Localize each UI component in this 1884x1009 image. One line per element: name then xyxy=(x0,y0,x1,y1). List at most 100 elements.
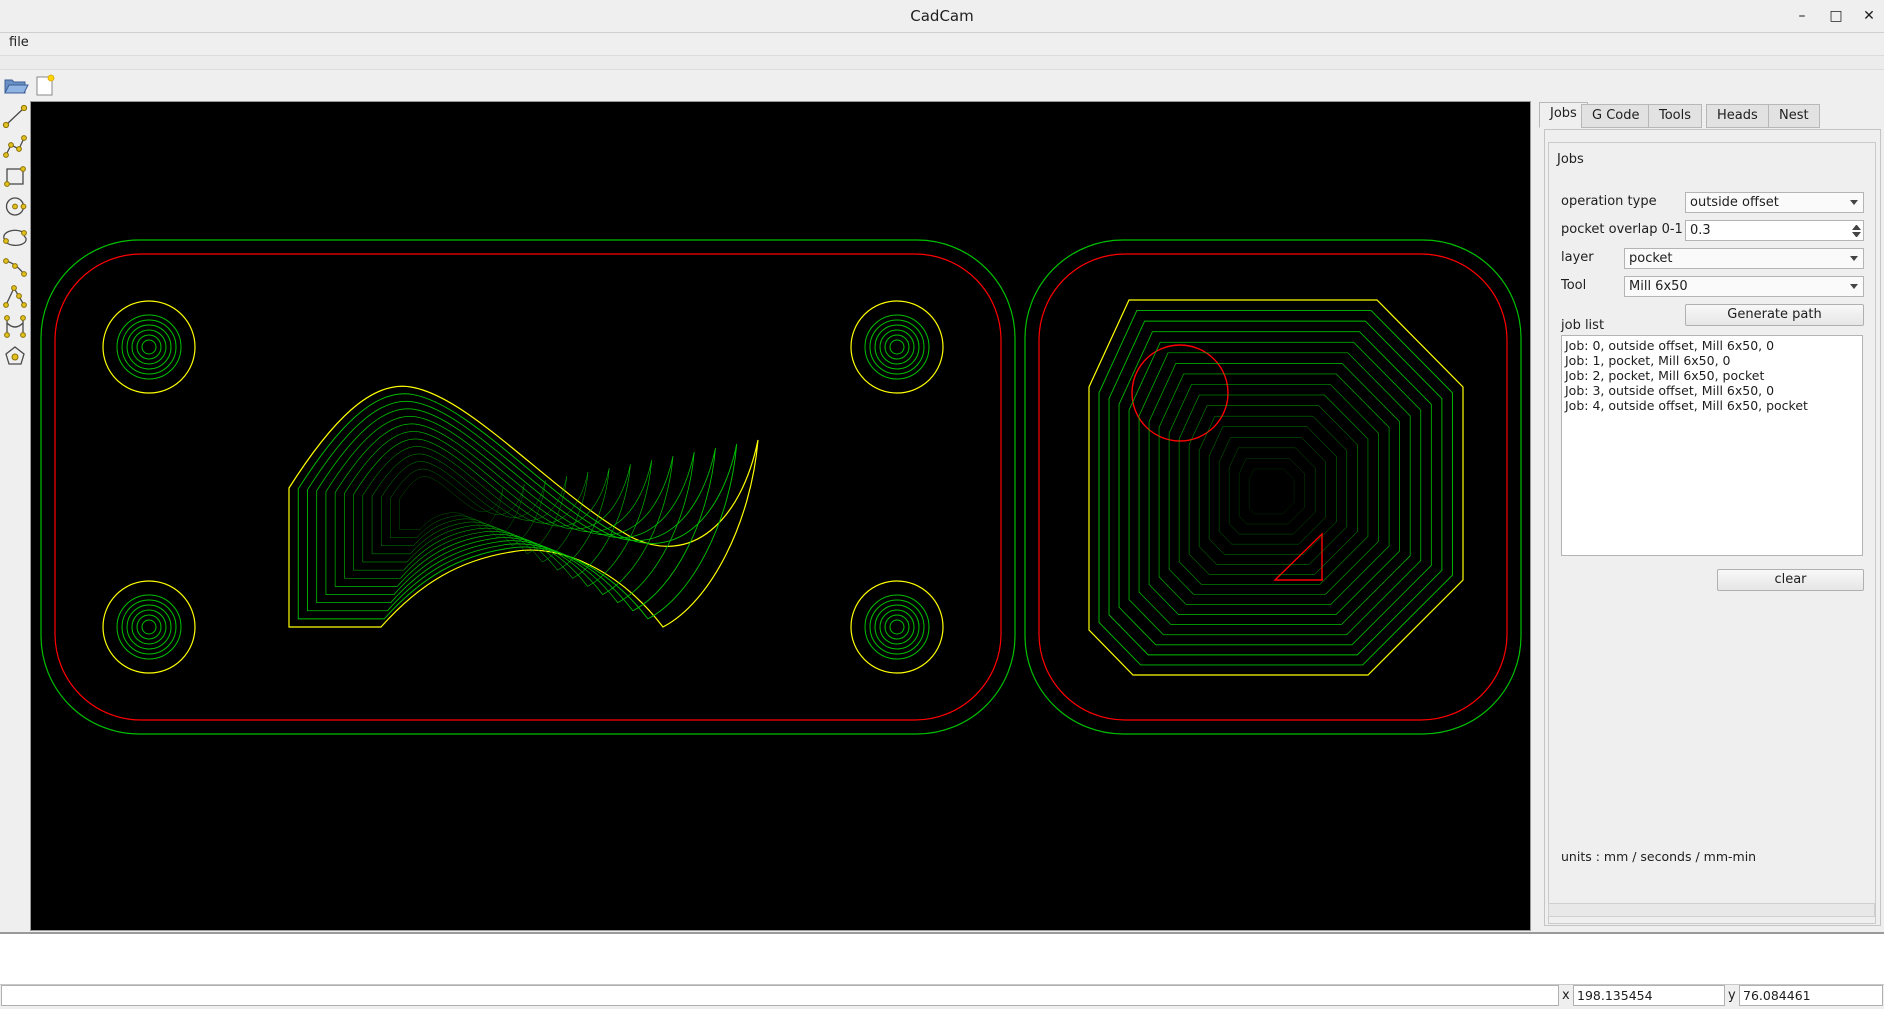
list-item[interactable]: Job: 0, outside offset, Mill 6x50, 0 xyxy=(1565,338,1859,353)
square-pocket-path xyxy=(1249,468,1295,515)
list-item[interactable]: Job: 4, outside offset, Mill 6x50, pocke… xyxy=(1565,398,1859,413)
tool-label: Tool xyxy=(1561,278,1587,293)
operation-type-value: outside offset xyxy=(1690,195,1779,210)
wave-pocket-outline xyxy=(288,385,759,628)
wave-pocket-path xyxy=(362,446,589,563)
chevron-down-icon xyxy=(1850,284,1858,289)
window-title: CadCam xyxy=(910,7,974,25)
square-pocket-path xyxy=(1229,447,1316,535)
hole-pocket-path xyxy=(136,334,162,360)
rectangle-tool-icon[interactable] xyxy=(2,163,28,190)
horizontal-scrollbar[interactable] xyxy=(1548,903,1875,917)
x-coord-field[interactable]: 198.135454 xyxy=(1573,985,1725,1006)
jobs-tab-page: Jobs operation type outside offset pocke… xyxy=(1544,129,1881,926)
list-item[interactable]: Job: 1, pocket, Mill 6x50, 0 xyxy=(1565,353,1859,368)
tool-select[interactable]: Mill 6x50 xyxy=(1624,276,1864,297)
layer-value: pocket xyxy=(1629,251,1673,266)
square-pocket-path xyxy=(1218,437,1326,545)
status-bar: x 198.135454 y 76.084461 xyxy=(0,985,1884,1009)
menu-file[interactable]: file xyxy=(9,35,29,50)
clear-button[interactable]: clear xyxy=(1717,569,1864,591)
spin-down-icon[interactable] xyxy=(1852,232,1861,237)
chevron-down-icon xyxy=(1850,256,1858,261)
command-input[interactable] xyxy=(1,985,1559,1006)
hole-pocket-path xyxy=(121,599,177,655)
square-pocket-path xyxy=(1208,426,1337,555)
wave-pocket-path xyxy=(316,408,695,604)
hole-pocket-path xyxy=(121,319,177,375)
generate-path-button[interactable]: Generate path xyxy=(1685,304,1864,326)
wave-pocket-path xyxy=(344,431,631,579)
cad-drawing xyxy=(40,239,1522,735)
island-circle-outline xyxy=(1131,344,1229,442)
hole-pocket-path xyxy=(874,324,920,370)
jobs-group: Jobs operation type outside offset pocke… xyxy=(1548,142,1876,924)
draw-toolbar xyxy=(0,100,30,932)
tab-g-code[interactable]: G Code xyxy=(1581,104,1651,128)
hole-pocket-path xyxy=(884,334,910,360)
spline-tool-icon[interactable] xyxy=(2,253,28,280)
plate-offset-path xyxy=(40,239,1016,735)
hole-pocket-path xyxy=(889,619,905,635)
y-coord-field[interactable]: 76.084461 xyxy=(1739,985,1883,1006)
job-list-label: job list xyxy=(1561,318,1605,333)
tab-tools[interactable]: Tools xyxy=(1648,104,1703,128)
job-list[interactable]: Job: 0, outside offset, Mill 6x50, 0 Job… xyxy=(1561,335,1863,556)
circle-tool-icon[interactable] xyxy=(2,193,28,220)
part-outlines xyxy=(54,253,1508,721)
operation-type-select[interactable]: outside offset xyxy=(1685,192,1864,213)
pocket-overlap-spinbox[interactable]: 0.3 xyxy=(1685,220,1864,241)
main-toolbar xyxy=(0,70,1884,100)
arc-tool-icon[interactable] xyxy=(2,223,28,250)
polyline-tool-icon[interactable] xyxy=(2,133,28,160)
list-item[interactable]: Job: 2, pocket, Mill 6x50, pocket xyxy=(1565,368,1859,383)
pocket-overlap-value: 0.3 xyxy=(1690,223,1711,238)
hole-pocket-path xyxy=(884,614,910,640)
right-panel: Jobs G Code Tools Heads Nest Jobs operat… xyxy=(1531,100,1884,932)
bezier-tool-icon[interactable] xyxy=(2,283,28,310)
pocket-overlap-label: pocket overlap 0-1 xyxy=(1561,222,1683,237)
maximize-button[interactable]: □ xyxy=(1824,5,1848,27)
drawing-canvas[interactable] xyxy=(30,101,1531,931)
y-coord-label: y xyxy=(1728,988,1736,1003)
polygon-tool-icon[interactable] xyxy=(2,343,28,370)
console-output[interactable] xyxy=(0,932,1884,985)
jobs-group-title: Jobs xyxy=(1557,152,1584,167)
plate-outline xyxy=(54,253,1002,721)
hole-pocket-path xyxy=(141,619,157,635)
hole-pocket-path xyxy=(889,339,905,355)
hole-pocket-path xyxy=(869,319,925,375)
toolbar-handle xyxy=(0,55,1884,70)
square-pocket-path xyxy=(1239,458,1305,525)
wave-pocket-path xyxy=(307,400,716,612)
hole-pocket-path xyxy=(874,604,920,650)
minimize-button[interactable]: – xyxy=(1790,5,1814,27)
units-label: units : mm / seconds / mm-min xyxy=(1561,849,1757,864)
wave-pocket-path xyxy=(381,461,546,546)
square-pocket-path xyxy=(1188,405,1358,575)
curve-tool-icon[interactable] xyxy=(2,313,28,340)
hole-pocket-path xyxy=(869,599,925,655)
square-pocket-outline xyxy=(1088,299,1464,676)
operation-type-label: operation type xyxy=(1561,194,1657,209)
layer-select[interactable]: pocket xyxy=(1624,248,1864,269)
tool-value: Mill 6x50 xyxy=(1629,279,1688,294)
menu-bar: file xyxy=(0,34,1884,54)
hole-pocket-path xyxy=(126,604,172,650)
hole-pocket-path xyxy=(141,339,157,355)
chevron-down-icon xyxy=(1850,200,1858,205)
tab-heads[interactable]: Heads xyxy=(1706,104,1769,128)
layer-label: layer xyxy=(1561,250,1594,265)
new-file-icon[interactable] xyxy=(31,72,58,98)
list-item[interactable]: Job: 3, outside offset, Mill 6x50, 0 xyxy=(1565,383,1859,398)
x-coord-label: x xyxy=(1562,988,1570,1003)
square-pocket-path xyxy=(1198,415,1348,565)
tab-nest[interactable]: Nest xyxy=(1768,104,1820,128)
title-bar: CadCam – □ ✕ xyxy=(0,0,1884,33)
open-folder-icon[interactable] xyxy=(2,72,29,98)
line-tool-icon[interactable] xyxy=(2,103,28,130)
close-button[interactable]: ✕ xyxy=(1857,5,1881,27)
offset-toolpaths xyxy=(40,239,1522,735)
pocket-toolpaths xyxy=(116,310,1453,666)
spin-up-icon[interactable] xyxy=(1852,225,1861,230)
